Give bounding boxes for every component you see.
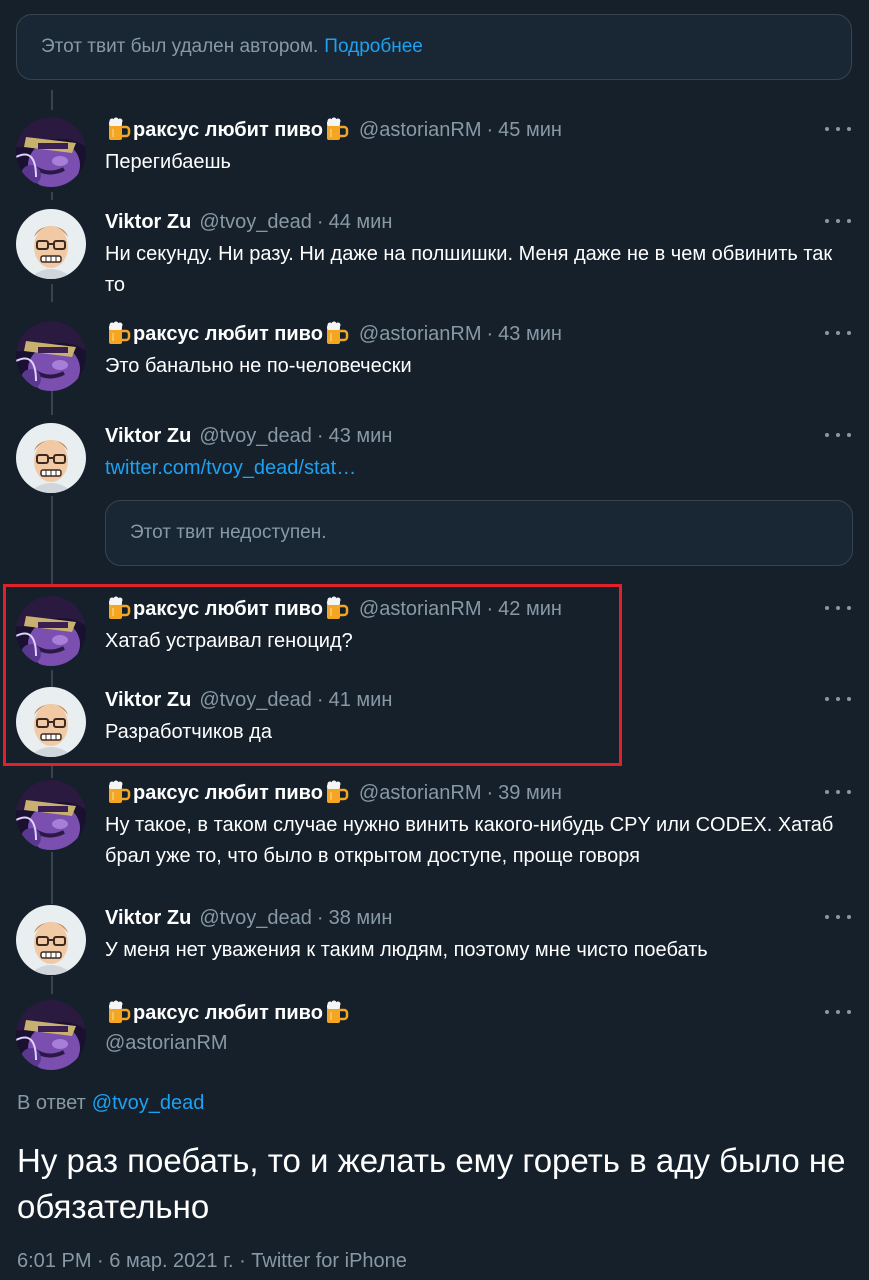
thread-line xyxy=(51,192,53,200)
display-name[interactable]: ракcус любит пиво xyxy=(105,596,351,622)
user-handle[interactable]: @tvoy_dead xyxy=(199,425,312,448)
tweet-text: У меня нет уважения к таким людям, поэто… xyxy=(105,939,708,961)
separator-dot: · xyxy=(486,322,494,345)
display-name[interactable]: ракcус любит пиво xyxy=(105,1000,351,1026)
reply-handle-link[interactable]: @tvoy_dead xyxy=(92,1092,205,1114)
tweet-text: Ну такое, в таком случае нужно винить ка… xyxy=(105,814,834,867)
beer-emoji-icon xyxy=(106,596,132,622)
tweet-time[interactable]: 39 мин xyxy=(498,782,562,805)
tweet-time[interactable]: 41 мин xyxy=(329,689,393,712)
beer-emoji-icon xyxy=(106,780,132,806)
beer-emoji-icon xyxy=(324,321,350,347)
user-handle[interactable]: @astorianRM xyxy=(359,598,482,621)
tweet-text: Хатаб устраивал геноцид? xyxy=(105,630,353,652)
separator-dot: · xyxy=(97,1250,110,1272)
unavailable-text: Этот твит недоступен. xyxy=(130,522,327,543)
beer-emoji-icon xyxy=(324,117,350,143)
separator-dot: · xyxy=(239,1250,252,1272)
separator-dot: · xyxy=(486,781,494,804)
thread-line xyxy=(51,976,53,994)
tweet-text: Перегибаешь xyxy=(105,151,231,173)
tweet-time[interactable]: 44 мин xyxy=(329,211,393,234)
reply-prefix: В ответ xyxy=(17,1092,86,1114)
tweet-time[interactable]: 38 мин xyxy=(329,907,393,930)
tweet-time[interactable]: 43 мин xyxy=(329,425,393,448)
thread-line xyxy=(51,766,53,778)
thread-line xyxy=(51,90,53,110)
display-name[interactable]: ракcус любит пиво xyxy=(105,117,351,143)
more-options-icon[interactable] xyxy=(825,323,851,343)
beer-emoji-icon xyxy=(324,1000,350,1026)
beer-emoji-icon xyxy=(324,596,350,622)
more-options-icon[interactable] xyxy=(825,1002,851,1022)
tweet-time[interactable]: 43 мин xyxy=(498,323,562,346)
display-name[interactable]: Viktor Zu xyxy=(105,211,191,234)
avatar[interactable] xyxy=(16,596,86,666)
display-name[interactable]: Viktor Zu xyxy=(105,907,191,930)
avatar[interactable] xyxy=(16,780,86,850)
more-options-icon[interactable] xyxy=(825,425,851,445)
more-options-icon[interactable] xyxy=(825,907,851,927)
avatar[interactable] xyxy=(16,423,86,493)
tweet-text: Это банально не по-человечески xyxy=(105,355,412,377)
more-options-icon[interactable] xyxy=(825,119,851,139)
beer-emoji-icon xyxy=(106,117,132,143)
display-name[interactable]: ракcус любит пиво xyxy=(105,321,351,347)
user-handle[interactable]: @astorianRM xyxy=(105,1028,849,1059)
thread-line xyxy=(51,390,53,415)
avatar[interactable] xyxy=(16,321,86,391)
separator-dot: · xyxy=(316,688,324,711)
beer-emoji-icon xyxy=(324,780,350,806)
separator-dot: · xyxy=(316,424,324,447)
thread-line xyxy=(51,852,53,904)
more-options-icon[interactable] xyxy=(825,211,851,231)
user-handle[interactable]: @tvoy_dead xyxy=(199,689,312,712)
tweet-timestamp[interactable]: 6:01 PM xyxy=(17,1250,91,1272)
user-handle[interactable]: @tvoy_dead xyxy=(199,211,312,234)
user-handle[interactable]: @astorianRM xyxy=(359,323,482,346)
user-handle[interactable]: @astorianRM xyxy=(359,782,482,805)
more-options-icon[interactable] xyxy=(825,689,851,709)
avatar[interactable] xyxy=(16,117,86,187)
thread-line xyxy=(51,284,53,302)
separator-dot: · xyxy=(316,210,324,233)
reply-to-line: В ответ @tvoy_dead xyxy=(17,1092,204,1115)
more-options-icon[interactable] xyxy=(825,782,851,802)
avatar[interactable] xyxy=(16,209,86,279)
tweet-text: Ни секунду. Ни разу. Ни даже на полшишки… xyxy=(105,243,833,296)
tweet-date[interactable]: 6 мар. 2021 г. xyxy=(109,1250,233,1272)
thread-line xyxy=(51,496,53,586)
tweet-source[interactable]: Twitter for iPhone xyxy=(251,1250,407,1272)
avatar[interactable] xyxy=(16,905,86,975)
deleted-tweet-notice: Этот твит был удален автором. Подробнее xyxy=(16,14,852,80)
unavailable-quote-card: Этот твит недоступен. xyxy=(105,500,853,566)
user-handle[interactable]: @tvoy_dead xyxy=(199,907,312,930)
main-tweet-text: Ну раз поебать, то и желать ему гореть в… xyxy=(17,1142,846,1225)
display-name[interactable]: ракcус любит пиво xyxy=(105,780,351,806)
separator-dot: · xyxy=(316,906,324,929)
display-name[interactable]: Viktor Zu xyxy=(105,689,191,712)
tweet-link[interactable]: twitter.com/tvoy_dead/stat… xyxy=(105,453,849,484)
learn-more-link[interactable]: Подробнее xyxy=(324,36,423,58)
tweet-time[interactable]: 42 мин xyxy=(498,598,562,621)
thread-page: Этот твит был удален автором. Подробнее … xyxy=(0,0,869,1280)
display-name[interactable]: Viktor Zu xyxy=(105,425,191,448)
deleted-notice-text: Этот твит был удален автором. xyxy=(41,36,319,57)
beer-emoji-icon xyxy=(106,321,132,347)
beer-emoji-icon xyxy=(106,1000,132,1026)
tweet-time[interactable]: 45 мин xyxy=(498,119,562,142)
separator-dot: · xyxy=(486,597,494,620)
tweet-text: Разработчиков да xyxy=(105,721,272,743)
avatar[interactable] xyxy=(16,687,86,757)
avatar[interactable] xyxy=(16,1000,86,1070)
more-options-icon[interactable] xyxy=(825,598,851,618)
tweet-meta: 6:01 PM · 6 мар. 2021 г. · Twitter for i… xyxy=(17,1250,407,1273)
user-handle[interactable]: @astorianRM xyxy=(359,119,482,142)
separator-dot: · xyxy=(486,118,494,141)
